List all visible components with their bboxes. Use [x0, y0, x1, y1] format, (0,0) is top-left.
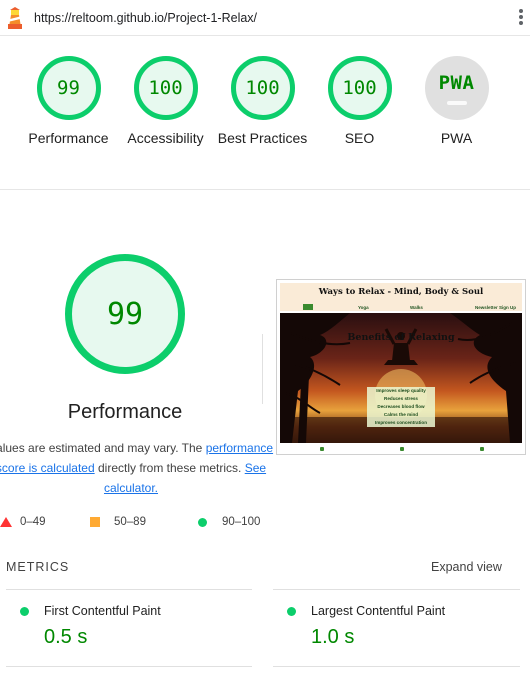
screenshot-heading: Benefits of Relaxing [347, 332, 455, 343]
screenshot-footer [280, 444, 522, 454]
fail-triangle-icon [0, 517, 12, 527]
screenshot-benefit: Improves sleep quality [367, 387, 435, 395]
footer-social-icon [320, 447, 324, 451]
gauge-score: 100 [342, 77, 377, 99]
more-vert-icon[interactable] [516, 8, 526, 28]
divider [262, 334, 263, 404]
screenshot-header: Ways to Relax - Mind, Body & Soul Yoga W… [280, 283, 522, 311]
gauge-pwa[interactable]: PWA PWA [408, 56, 505, 148]
gauge-score: 99 [57, 77, 80, 99]
metric-label: First Contentful Paint [44, 604, 161, 618]
gauge-ring: 100 [230, 56, 295, 120]
metrics-heading: METRICS [6, 560, 70, 574]
screenshot-benefits-list: Improves sleep quality Reduces stress De… [367, 387, 435, 427]
screenshot-site-title: Ways to Relax - Mind, Body & Soul [318, 287, 484, 297]
legend-fail-label: 0–49 [20, 516, 46, 528]
note-text: directly from these metrics. [97, 461, 242, 475]
gauge-seo[interactable]: 100 SEO [311, 56, 408, 148]
screenshot-benefit: Calms the mind [367, 411, 435, 419]
metric-label: Largest Contentful Paint [311, 604, 446, 618]
legend-average: 50–89 [90, 516, 146, 528]
metric-divider [273, 666, 520, 667]
gauge-label: PWA [440, 130, 473, 146]
legend-fail: 0–49 [0, 516, 46, 528]
pass-circle-icon [20, 607, 29, 616]
gauge-ring: 100 [133, 56, 198, 120]
gauge-ring: 100 [327, 56, 392, 120]
legend-pass-label: 90–100 [222, 516, 261, 528]
screenshot-benefit: Decreases blood flow [367, 403, 435, 411]
legend-average-label: 50–89 [114, 516, 146, 528]
screenshot-benefit: Improves concentration [367, 419, 435, 427]
metric-divider [273, 589, 520, 590]
pwa-badge-text: PWA [438, 71, 475, 94]
note-text: Values are estimated and may vary. The [0, 441, 203, 455]
gauge-label: SEO [344, 130, 375, 146]
pass-circle-icon [287, 607, 296, 616]
metric-value: 1.0 s [311, 626, 355, 648]
pwa-badge-icon: PWA [424, 56, 489, 120]
metric-divider [6, 589, 252, 590]
screenshot-nav-item: Walks [410, 305, 423, 310]
footer-social-icon [400, 447, 404, 451]
screenshot-hero-image: Benefits of Relaxing Improves sleep qual… [280, 313, 522, 443]
performance-score: 99 [106, 296, 144, 332]
performance-title: Performance [67, 401, 183, 423]
screenshot-nav-item: Yoga [358, 305, 369, 310]
gauge-score: 100 [245, 77, 280, 99]
gauge-ring: 99 [36, 56, 101, 120]
lighthouse-icon [8, 7, 22, 29]
average-square-icon [90, 517, 100, 527]
report-url[interactable]: https://reltoom.github.io/Project-1-Rela… [34, 11, 257, 25]
footer-social-icon [480, 447, 484, 451]
screenshot-home-button [303, 304, 313, 310]
legend-pass: 90–100 [198, 516, 260, 528]
gauge-label: Accessibility [127, 130, 204, 146]
pass-circle-icon [198, 517, 207, 527]
gauge-accessibility[interactable]: 100 Accessibility [117, 56, 214, 148]
screenshot-benefit: Reduces stress [367, 395, 435, 403]
top-bar: https://reltoom.github.io/Project-1-Rela… [0, 0, 530, 36]
gauge-label: Best Practices [217, 130, 308, 146]
pwa-dash [446, 100, 467, 105]
gauge-best-practices[interactable]: 100 Best Practices [214, 56, 311, 148]
gauge-label: Performance [28, 130, 109, 146]
metric-divider [6, 666, 252, 667]
final-screenshot[interactable]: Ways to Relax - Mind, Body & Soul Yoga W… [276, 279, 526, 455]
performance-note: Values are estimated and may vary. The p… [0, 438, 276, 498]
gauge-score: 100 [148, 77, 183, 99]
gauge-performance[interactable]: 99 Performance [20, 56, 117, 148]
metric-value: 0.5 s [44, 626, 88, 648]
expand-view-toggle[interactable]: Expand view [431, 560, 502, 574]
category-summary: 99 Performance 100 Accessibility 100 Bes… [0, 36, 530, 190]
screenshot-nav-item: Newsletter Sign Up [475, 305, 517, 310]
performance-gauge: 99 [65, 254, 185, 374]
